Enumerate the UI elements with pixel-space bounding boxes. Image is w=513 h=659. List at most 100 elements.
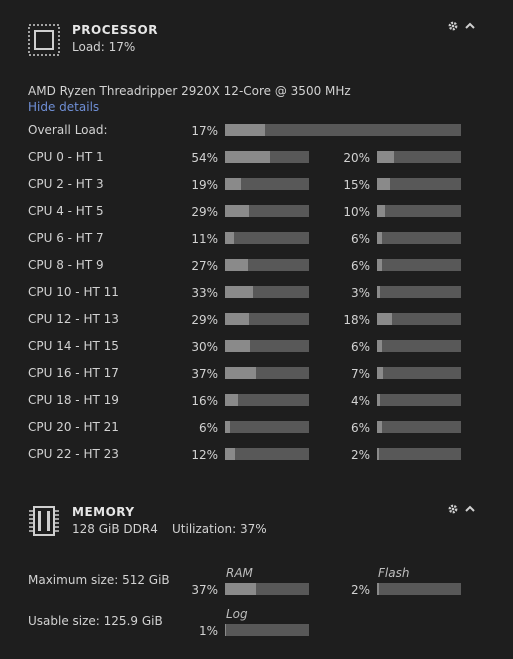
cpu-core-bar [225, 178, 309, 190]
overall-load-label: Overall Load: [28, 123, 108, 137]
ht-thread-percent: 18% [343, 313, 370, 327]
cpu-core-bar-fill [225, 205, 250, 217]
ht-thread-percent: 7% [350, 367, 370, 381]
ht-thread-bar-fill [377, 232, 383, 244]
gear-icon[interactable] [447, 20, 459, 36]
hide-details-link[interactable]: Hide details [28, 100, 99, 114]
overall-load-percent: 17% [191, 124, 218, 138]
cpu-core-bar [225, 448, 309, 460]
cpu-core-bar-fill [225, 151, 271, 163]
cpu-core-bar-fill [225, 448, 236, 460]
ht-thread-bar-fill [377, 286, 380, 298]
cpu-core-bar [225, 313, 309, 325]
ht-thread-bar-fill [377, 394, 381, 406]
ht-thread-bar [377, 151, 461, 163]
cpu-core-bar [225, 151, 309, 163]
cpu-core-bar [225, 232, 309, 244]
overall-load-bar [225, 124, 461, 136]
cpu-core-bar-fill [225, 313, 250, 325]
cpu-core-label: CPU 2 - HT 3 [28, 177, 104, 191]
chevron-up-icon[interactable] [464, 20, 476, 36]
cpu-core-label: CPU 22 - HT 23 [28, 447, 119, 461]
ht-thread-bar-fill [377, 313, 393, 325]
cpu-core-label: CPU 10 - HT 11 [28, 285, 119, 299]
cpu-core-label: CPU 0 - HT 1 [28, 150, 104, 164]
flash-label: Flash [378, 566, 410, 580]
memory-max-size: Maximum size: 512 GiB [28, 573, 170, 587]
cpu-core-percent: 16% [191, 394, 218, 408]
cpu-core-bar-fill [225, 394, 239, 406]
chevron-up-icon[interactable] [464, 503, 476, 519]
ht-thread-bar-fill [377, 448, 379, 460]
cpu-core-bar-fill [225, 286, 253, 298]
ram-bar [225, 583, 309, 595]
ram-bar-fill [225, 583, 257, 595]
ht-thread-percent: 15% [343, 178, 370, 192]
ram-percent: 37% [191, 583, 218, 597]
cpu-core-bar-fill [225, 178, 241, 190]
flash-bar [377, 583, 461, 595]
cpu-chip-icon [28, 24, 60, 56]
log-bar-fill [225, 624, 226, 636]
ht-thread-percent: 6% [350, 259, 370, 273]
ht-thread-bar [377, 313, 461, 325]
cpu-core-bar [225, 394, 309, 406]
cpu-core-bar [225, 259, 309, 271]
log-label: Log [226, 607, 248, 621]
cpu-core-bar [225, 205, 309, 217]
ht-thread-bar [377, 448, 461, 460]
ht-thread-bar [377, 286, 461, 298]
memory-utilization: Utilization: 37% [172, 522, 267, 536]
memory-title: MEMORY [72, 505, 135, 519]
ht-thread-bar-fill [377, 421, 383, 433]
ht-thread-bar-fill [377, 340, 383, 352]
flash-percent: 2% [350, 583, 370, 597]
ht-thread-percent: 4% [350, 394, 370, 408]
cpu-core-label: CPU 14 - HT 15 [28, 339, 119, 353]
cpu-core-label: CPU 18 - HT 19 [28, 393, 119, 407]
gear-icon[interactable] [447, 503, 459, 519]
cpu-core-label: CPU 4 - HT 5 [28, 204, 104, 218]
ht-thread-percent: 6% [350, 340, 370, 354]
cpu-core-bar-fill [225, 421, 231, 433]
ht-thread-percent: 6% [350, 421, 370, 435]
ht-thread-bar-fill [377, 178, 390, 190]
cpu-core-percent: 29% [191, 205, 218, 219]
ht-thread-bar [377, 232, 461, 244]
ht-thread-percent: 2% [350, 448, 370, 462]
cpu-core-label: CPU 20 - HT 21 [28, 420, 119, 434]
ht-thread-bar [377, 259, 461, 271]
cpu-core-label: CPU 8 - HT 9 [28, 258, 104, 272]
cpu-core-percent: 29% [191, 313, 218, 327]
ht-thread-percent: 6% [350, 232, 370, 246]
flash-bar-fill [377, 583, 379, 595]
cpu-core-percent: 54% [191, 151, 218, 165]
cpu-core-label: CPU 16 - HT 17 [28, 366, 119, 380]
ht-thread-bar [377, 367, 461, 379]
ht-thread-percent: 3% [350, 286, 370, 300]
memory-module-icon [28, 504, 60, 538]
cpu-core-percent: 33% [191, 286, 218, 300]
cpu-core-percent: 6% [198, 421, 218, 435]
cpu-core-percent: 37% [191, 367, 218, 381]
cpu-core-bar [225, 367, 309, 379]
cpu-core-percent: 19% [191, 178, 218, 192]
ht-thread-bar-fill [377, 151, 394, 163]
cpu-core-bar-fill [225, 259, 248, 271]
cpu-core-bar-fill [225, 367, 257, 379]
processor-model: AMD Ryzen Threadripper 2920X 12-Core @ 3… [28, 84, 351, 98]
cpu-core-percent: 30% [191, 340, 218, 354]
log-percent: 1% [198, 624, 218, 638]
cpu-core-percent: 12% [191, 448, 218, 462]
ht-thread-bar-fill [377, 205, 386, 217]
cpu-core-percent: 11% [191, 232, 218, 246]
ht-thread-bar [377, 205, 461, 217]
ram-label: RAM [226, 566, 253, 580]
ht-thread-bar [377, 340, 461, 352]
log-bar [225, 624, 309, 636]
cpu-core-label: CPU 6 - HT 7 [28, 231, 104, 245]
ht-thread-bar-fill [377, 367, 383, 379]
cpu-core-bar [225, 286, 309, 298]
ht-thread-bar [377, 394, 461, 406]
ht-thread-bar [377, 421, 461, 433]
